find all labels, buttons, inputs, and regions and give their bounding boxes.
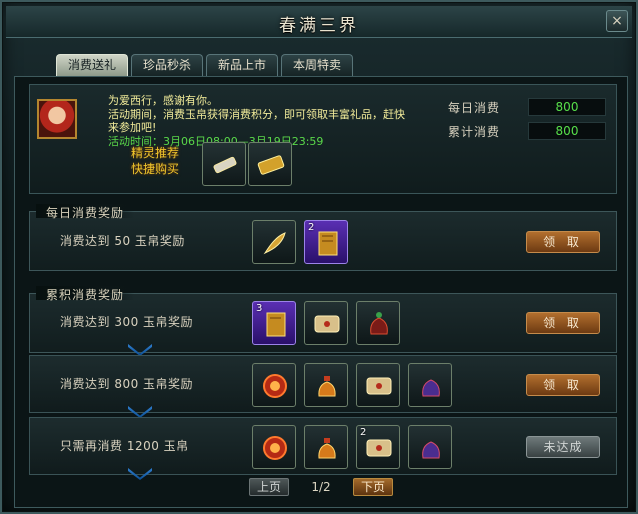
reward-slots	[252, 363, 452, 407]
gold-book-icon	[318, 231, 338, 256]
page-indicator: 1/2	[311, 480, 331, 494]
scroll-icon	[366, 377, 392, 395]
reward-slot[interactable]	[304, 425, 348, 469]
quick-buy-slot-ticket[interactable]	[248, 142, 292, 186]
reward-slot[interactable]	[252, 425, 296, 469]
cumulative-reward-section: 累积消费奖励 消费达到 300 玉帛奖励 3 领 取	[29, 286, 617, 356]
reward-slot[interactable]: 3	[252, 301, 296, 345]
daily-reward-text: 消费达到 50 玉帛奖励	[60, 234, 185, 248]
reward-row: 只需再消费 1200 玉帛 2 未达成	[29, 417, 617, 480]
gold-pouch-icon	[318, 376, 336, 397]
reward-slots: 2	[252, 425, 452, 469]
daily-spend-value: 800	[528, 98, 606, 116]
quick-buy-line-2: 快捷购买	[130, 162, 179, 176]
reward-slot[interactable]	[356, 363, 400, 407]
reward-row-text: 只需再消费 1200 玉帛	[60, 439, 189, 453]
total-spend-row: 累计消费 800	[448, 119, 606, 143]
tab-bar: 消费送礼 珍品秒杀 新品上市 本周特卖	[56, 54, 353, 76]
pager: 上页 1/2 下页	[249, 478, 393, 496]
content-panel: 为爱西行，感谢有你。 活动期间，消费玉帛获得消费积分，即可领取丰富礼品，赶快来参…	[14, 76, 628, 508]
reward-slot[interactable]	[252, 220, 296, 264]
quick-buy-label: 精灵推荐 快捷购买	[110, 145, 200, 177]
daily-reward-section: 每日消费奖励 消费达到 50 玉帛奖励 2 领 取	[29, 204, 617, 271]
fire-orb-icon	[263, 374, 287, 398]
scroll-icon	[366, 439, 392, 457]
announcement: 为爱西行，感谢有你。 活动期间，消费玉帛获得消费积分，即可领取丰富礼品，赶快来参…	[108, 94, 408, 148]
event-window: 春满三界 × 消费送礼 珍品秒杀 新品上市 本周特卖 为爱西行，感谢有你。 活动…	[0, 0, 638, 514]
daily-spend-label: 每日消费	[448, 100, 501, 115]
gold-pouch-icon	[318, 438, 336, 459]
chevron-down-icon	[128, 468, 152, 480]
reward-row: 消费达到 800 玉帛奖励 领 取	[29, 355, 617, 418]
gold-feather-icon	[263, 232, 286, 255]
reward-slot[interactable]	[356, 301, 400, 345]
fire-orb-icon	[263, 436, 287, 460]
total-spend-value: 800	[528, 122, 606, 140]
daily-claim-button[interactable]: 领 取	[526, 231, 600, 253]
scroll-icon	[314, 315, 340, 333]
prev-page-button[interactable]: 上页	[249, 478, 289, 496]
gold-ticket-icon	[257, 155, 285, 175]
gold-book-icon	[266, 312, 286, 337]
reward-slot[interactable]	[408, 425, 452, 469]
daily-spend-row: 每日消费 800	[448, 95, 606, 119]
claim-button[interactable]: 领 取	[526, 312, 600, 334]
announce-line-1: 为爱西行，感谢有你。	[108, 94, 218, 107]
tab-new-arrivals[interactable]: 新品上市	[206, 54, 278, 76]
tab-weekly-sale[interactable]: 本周特卖	[281, 54, 353, 76]
daily-reward-slots: 2	[252, 220, 348, 264]
claim-button[interactable]: 领 取	[526, 374, 600, 396]
quick-buy-slot-scroll[interactable]	[202, 142, 246, 186]
claim-button-disabled: 未达成	[526, 436, 600, 458]
daily-section-header: 每日消费奖励	[36, 204, 135, 220]
purple-bag-icon	[422, 379, 440, 397]
info-panel: 为爱西行，感谢有你。 活动期间，消费玉帛获得消费积分，即可领取丰富礼品，赶快来参…	[29, 84, 617, 194]
quick-buy-line-1: 精灵推荐	[130, 146, 179, 160]
reward-slots: 3	[252, 301, 400, 345]
title-bar: 春满三界 ×	[6, 6, 632, 38]
window-title: 春满三界	[279, 16, 359, 36]
tab-spend-gift[interactable]: 消费送礼	[56, 54, 128, 76]
reward-slot[interactable]	[304, 363, 348, 407]
reward-slot[interactable]: 2	[304, 220, 348, 264]
purple-bag-icon	[422, 441, 440, 459]
treasure-bag-icon	[370, 312, 388, 335]
reward-slot[interactable]: 2	[356, 425, 400, 469]
reward-slot[interactable]	[408, 363, 452, 407]
reward-slot[interactable]	[304, 301, 348, 345]
silver-scroll-icon	[213, 156, 237, 174]
cumulative-section-header: 累积消费奖励	[36, 286, 135, 302]
tab-treasure-flash-sale[interactable]: 珍品秒杀	[131, 54, 203, 76]
total-spend-label: 累计消费	[448, 124, 501, 139]
next-page-button[interactable]: 下页	[353, 478, 393, 496]
spirit-avatar-icon	[37, 99, 77, 139]
reward-slot[interactable]	[252, 363, 296, 407]
reward-row-text: 消费达到 800 玉帛奖励	[60, 377, 194, 391]
spend-stats: 每日消费 800 累计消费 800	[448, 95, 606, 143]
close-button[interactable]: ×	[606, 10, 628, 32]
announce-line-2: 活动期间，消费玉帛获得消费积分，即可领取丰富礼品，赶快来参加吧!	[108, 107, 405, 135]
reward-row-text: 消费达到 300 玉帛奖励	[60, 315, 194, 329]
